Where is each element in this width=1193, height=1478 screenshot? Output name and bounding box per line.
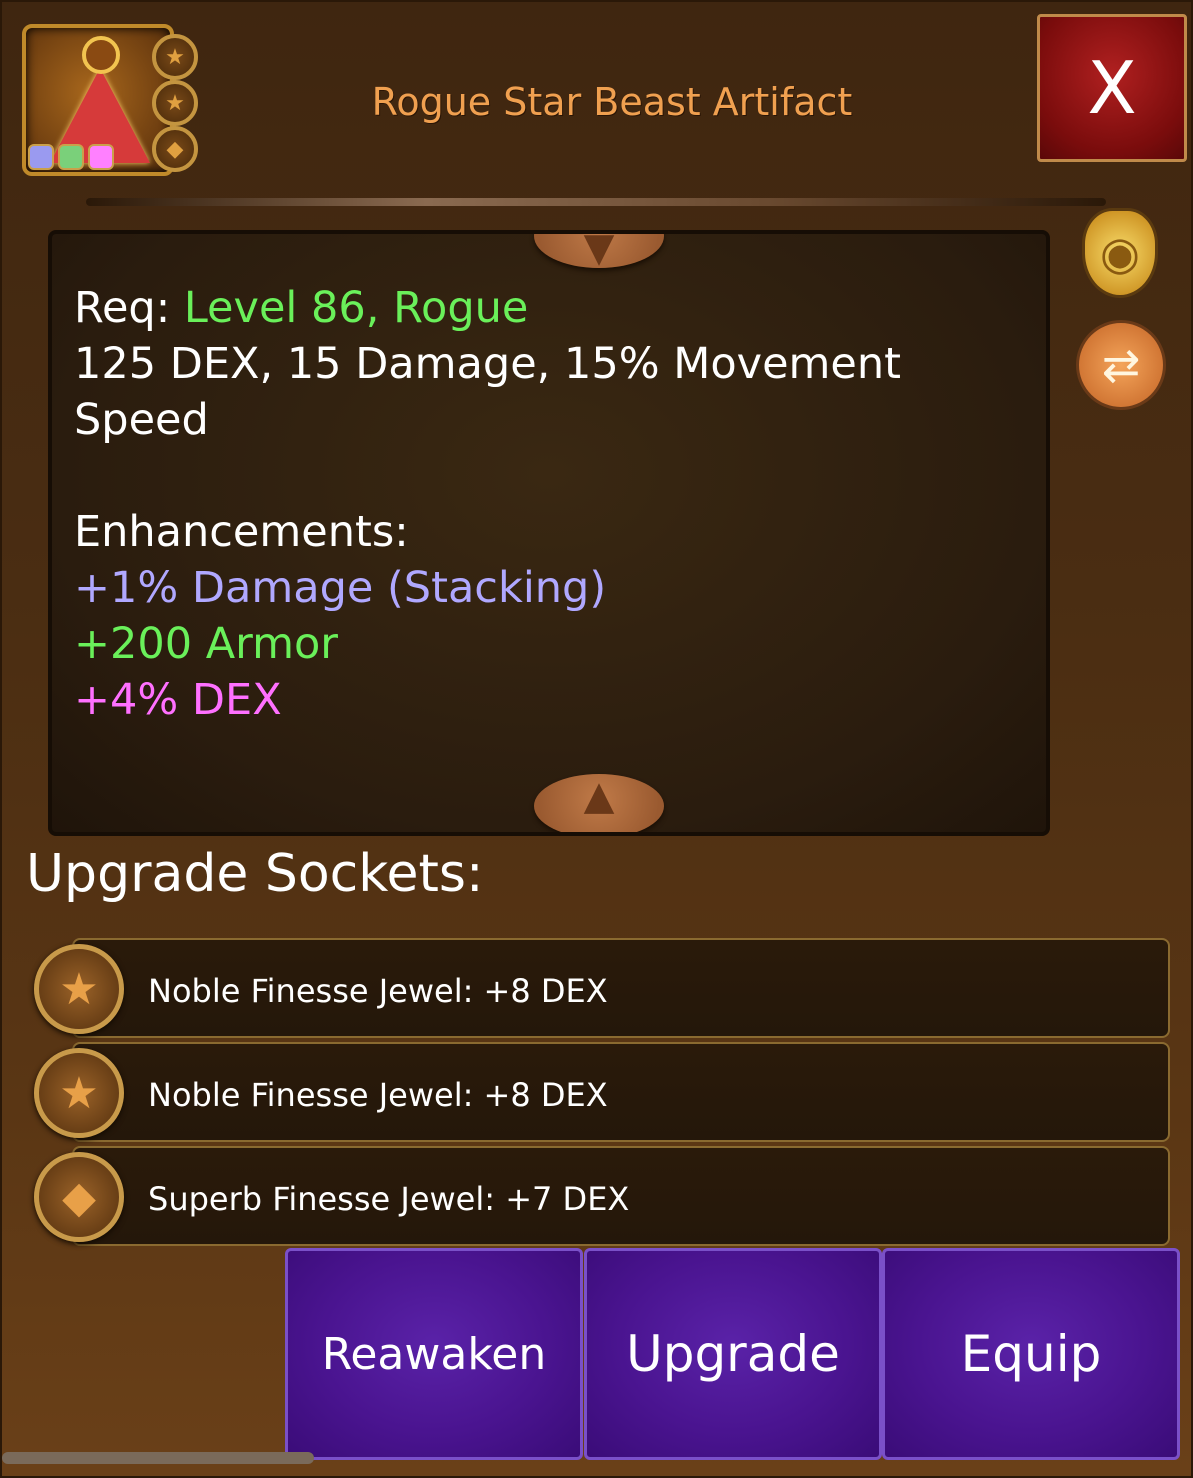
enhancement-line: +200 Armor bbox=[74, 619, 338, 669]
star-jewel-icon[interactable]: ★ bbox=[34, 1048, 124, 1138]
enhancement-line: +1% Damage (Stacking) bbox=[74, 563, 607, 613]
artifact-ring bbox=[82, 36, 120, 74]
gold-bag-icon[interactable]: ◉ bbox=[1082, 208, 1158, 298]
description-text: Req: Level 86, Rogue 125 DEX, 15 Damage,… bbox=[74, 280, 974, 728]
enhancement-dot bbox=[28, 144, 54, 170]
socket-text: Noble Finesse Jewel: +8 DEX bbox=[148, 1076, 608, 1114]
enhancements-label: Enhancements: bbox=[74, 507, 409, 557]
reawaken-button[interactable]: Reawaken bbox=[285, 1248, 583, 1460]
enhancement-dot bbox=[58, 144, 84, 170]
stats-line-cont: Speed bbox=[74, 395, 209, 445]
description-cut-line: This powerful Mythic artifact is a rogue… bbox=[72, 794, 972, 832]
scroll-indicator bbox=[2, 1452, 314, 1464]
equip-button[interactable]: Equip bbox=[882, 1248, 1180, 1460]
item-details-panel: ★ ★ ◆ Rogue Star Beast Artifact X Req: L… bbox=[0, 0, 1193, 1478]
enhancement-dots bbox=[28, 144, 114, 170]
requirement-line: Req: Level 86, Rogue bbox=[74, 280, 974, 336]
socket-row[interactable]: Noble Finesse Jewel: +8 DEX bbox=[72, 1042, 1170, 1142]
description-box[interactable]: Req: Level 86, Rogue 125 DEX, 15 Damage,… bbox=[48, 230, 1050, 836]
socket-row[interactable]: Noble Finesse Jewel: +8 DEX bbox=[72, 938, 1170, 1038]
socket-text: Superb Finesse Jewel: +7 DEX bbox=[148, 1180, 630, 1218]
stats-line: 125 DEX, 15 Damage, 15% Movement bbox=[74, 339, 901, 389]
mini-socket-star-icon: ★ bbox=[152, 34, 198, 80]
req-value: Level 86, Rogue bbox=[183, 283, 529, 333]
enhancement-dot bbox=[88, 144, 114, 170]
enhancement-line: +4% DEX bbox=[74, 675, 282, 725]
mini-socket-star-icon: ★ bbox=[152, 80, 198, 126]
swap-arrows-icon[interactable]: ⇄ bbox=[1076, 320, 1166, 410]
teardrop-jewel-icon[interactable]: ◆ bbox=[34, 1152, 124, 1242]
scroll-up-arrow-icon[interactable]: ▲ bbox=[534, 773, 664, 832]
upgrade-button[interactable]: Upgrade bbox=[584, 1248, 882, 1460]
socket-row[interactable]: Superb Finesse Jewel: +7 DEX bbox=[72, 1146, 1170, 1246]
socket-text: Noble Finesse Jewel: +8 DEX bbox=[148, 972, 608, 1010]
scroll-down-arrow-icon[interactable]: ▼ bbox=[534, 234, 664, 271]
mini-socket-teardrop-icon: ◆ bbox=[152, 126, 198, 172]
req-label: Req: bbox=[74, 283, 184, 333]
item-title: Rogue Star Beast Artifact bbox=[371, 80, 853, 124]
upgrade-sockets-label: Upgrade Sockets: bbox=[26, 844, 484, 904]
header-divider bbox=[86, 198, 1106, 206]
close-button[interactable]: X bbox=[1037, 14, 1187, 162]
star-jewel-icon[interactable]: ★ bbox=[34, 944, 124, 1034]
